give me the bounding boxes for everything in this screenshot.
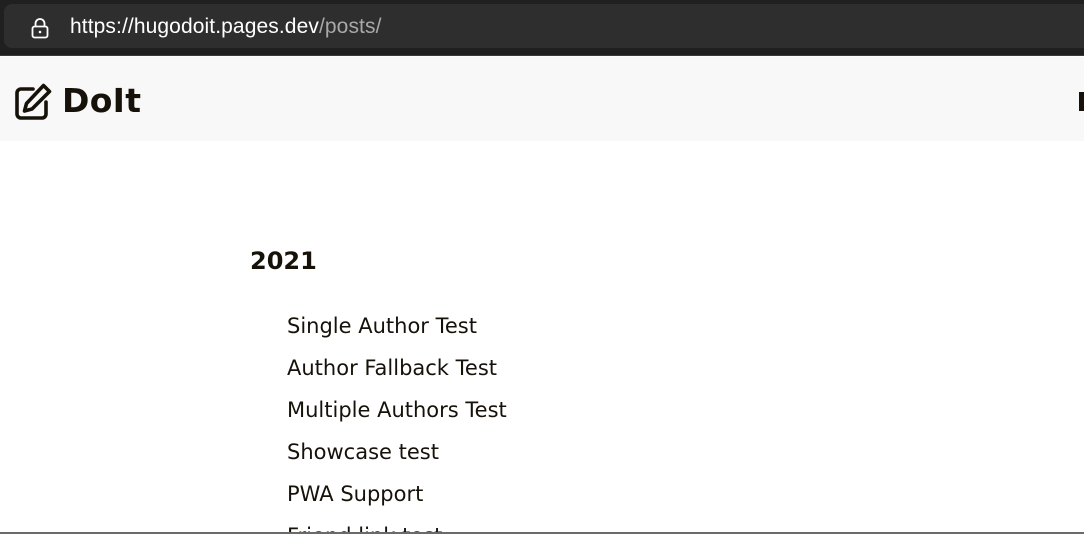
archive-year: 2021: [250, 247, 317, 275]
post-link[interactable]: Multiple Authors Test: [287, 389, 507, 431]
post-link[interactable]: Single Author Test: [287, 305, 507, 347]
browser-toolbar: https://hugodoit.pages.dev/posts/: [0, 0, 1084, 56]
url-scheme: https://: [70, 15, 134, 38]
post-link[interactable]: Showcase test: [287, 431, 507, 473]
address-bar[interactable]: https://hugodoit.pages.dev/posts/: [4, 4, 1084, 48]
post-link[interactable]: PWA Support: [287, 473, 507, 515]
archive-content: 2021 Single Author Test Author Fallback …: [0, 141, 1084, 534]
menu-item-partial[interactable]: [1079, 92, 1084, 111]
edit-icon[interactable]: [12, 81, 54, 123]
url-host: hugodoit.pages.dev: [133, 15, 319, 38]
post-link[interactable]: Author Fallback Test: [287, 347, 507, 389]
site-title[interactable]: DoIt: [62, 79, 141, 123]
site-header: DoIt: [0, 57, 1084, 141]
url-path: /posts/: [318, 15, 382, 38]
lock-icon[interactable]: [28, 16, 52, 40]
post-list: Single Author Test Author Fallback Test …: [287, 305, 507, 534]
url-text[interactable]: https://hugodoit.pages.dev/posts/: [70, 15, 382, 39]
